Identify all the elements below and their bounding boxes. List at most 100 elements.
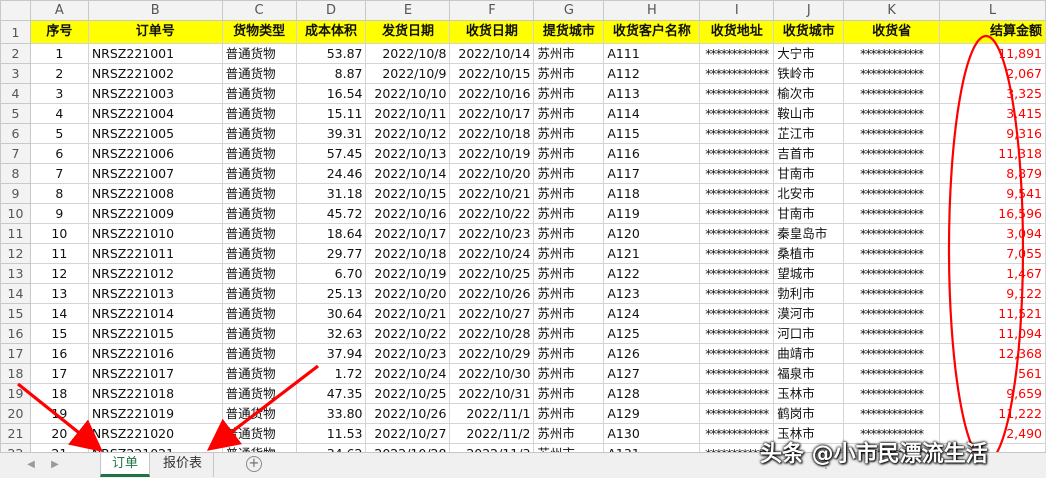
- column-header-e[interactable]: E: [365, 0, 451, 21]
- cell-volume[interactable]: 1.72: [295, 363, 367, 384]
- cell-dest-city[interactable]: 漠河市: [773, 303, 845, 324]
- cell-customer[interactable]: A126: [603, 343, 701, 364]
- cell-cargo-type[interactable]: 普通货物: [221, 363, 297, 384]
- header-cell-customer[interactable]: 收货客户名称: [603, 20, 701, 44]
- cell-ship-date[interactable]: 2022/10/16: [365, 203, 451, 224]
- header-cell-ship-date[interactable]: 发货日期: [365, 20, 451, 44]
- header-cell-address[interactable]: 收货地址: [699, 20, 775, 44]
- cell-volume[interactable]: 30.64: [295, 303, 367, 324]
- header-cell-cargo-type[interactable]: 货物类型: [221, 20, 297, 44]
- column-header-k[interactable]: K: [843, 0, 941, 21]
- cell-cargo-type[interactable]: 普通货物: [221, 203, 297, 224]
- cell-pickup-city[interactable]: 苏州市: [533, 163, 605, 184]
- cell-province[interactable]: ************: [843, 123, 941, 144]
- cell-volume[interactable]: 45.72: [295, 203, 367, 224]
- cell-dest-city[interactable]: 芷江市: [773, 123, 845, 144]
- cell-province[interactable]: ************: [843, 263, 941, 284]
- row-number[interactable]: 13: [0, 263, 31, 284]
- cell-volume[interactable]: 34.62: [295, 443, 367, 452]
- cell-receive-date[interactable]: 2022/10/17: [449, 103, 535, 124]
- cell-customer[interactable]: A128: [603, 383, 701, 404]
- cell-amount[interactable]: 561: [939, 363, 1046, 384]
- cell-pickup-city[interactable]: 苏州市: [533, 203, 605, 224]
- cell-cargo-type[interactable]: 普通货物: [221, 303, 297, 324]
- cell-order-id[interactable]: NRSZ221015: [87, 323, 223, 344]
- cell-cargo-type[interactable]: 普通货物: [221, 223, 297, 244]
- cell-receive-date[interactable]: 2022/10/27: [449, 303, 535, 324]
- cell-ship-date[interactable]: 2022/10/18: [365, 243, 451, 264]
- cell-address[interactable]: ************: [699, 343, 775, 364]
- cell-cargo-type[interactable]: 普通货物: [221, 83, 297, 104]
- cell-amount[interactable]: 11,222: [939, 403, 1046, 424]
- cell-customer[interactable]: A121: [603, 243, 701, 264]
- cell-province[interactable]: ************: [843, 163, 941, 184]
- cell-cargo-type[interactable]: 普通货物: [221, 163, 297, 184]
- cell-order-id[interactable]: NRSZ221020: [87, 423, 223, 444]
- cell-serial[interactable]: 10: [29, 223, 89, 244]
- cell-cargo-type[interactable]: 普通货物: [221, 43, 297, 64]
- cell-cargo-type[interactable]: 普通货物: [221, 403, 297, 424]
- cell-cargo-type[interactable]: 普通货物: [221, 183, 297, 204]
- cell-pickup-city[interactable]: 苏州市: [533, 243, 605, 264]
- cell-customer[interactable]: A130: [603, 423, 701, 444]
- cell-serial[interactable]: 19: [29, 403, 89, 424]
- row-number[interactable]: 7: [0, 143, 31, 164]
- cell-receive-date[interactable]: 2022/10/22: [449, 203, 535, 224]
- row-number[interactable]: 6: [0, 123, 31, 144]
- row-number[interactable]: 19: [0, 383, 31, 404]
- cell-ship-date[interactable]: 2022/10/25: [365, 383, 451, 404]
- row-number[interactable]: 10: [0, 203, 31, 224]
- cell-volume[interactable]: 16.54: [295, 83, 367, 104]
- cell-cargo-type[interactable]: 普通货物: [221, 123, 297, 144]
- cell-volume[interactable]: 6.70: [295, 263, 367, 284]
- column-header-h[interactable]: H: [603, 0, 701, 21]
- cell-province[interactable]: ************: [843, 203, 941, 224]
- cell-cargo-type[interactable]: 普通货物: [221, 443, 297, 452]
- cell-serial[interactable]: 7: [29, 163, 89, 184]
- cell-customer[interactable]: A122: [603, 263, 701, 284]
- cell-ship-date[interactable]: 2022/10/22: [365, 323, 451, 344]
- row-number[interactable]: 17: [0, 343, 31, 364]
- cell-address[interactable]: ************: [699, 163, 775, 184]
- cell-cargo-type[interactable]: 普通货物: [221, 283, 297, 304]
- cell-receive-date[interactable]: 2022/10/19: [449, 143, 535, 164]
- cell-serial[interactable]: 17: [29, 363, 89, 384]
- scroll-tabs-right-icon[interactable]: ▶: [48, 457, 62, 473]
- cell-serial[interactable]: 14: [29, 303, 89, 324]
- cell-order-id[interactable]: NRSZ221011: [87, 243, 223, 264]
- cell-address[interactable]: ************: [699, 203, 775, 224]
- sheet-tab-orders[interactable]: 订单: [100, 453, 150, 477]
- cell-address[interactable]: ************: [699, 403, 775, 424]
- row-number[interactable]: 9: [0, 183, 31, 204]
- cell-address[interactable]: ************: [699, 183, 775, 204]
- cell-address[interactable]: ************: [699, 363, 775, 384]
- cell-serial[interactable]: 3: [29, 83, 89, 104]
- cell-cargo-type[interactable]: 普通货物: [221, 103, 297, 124]
- cell-amount[interactable]: 3,415: [939, 103, 1046, 124]
- cell-pickup-city[interactable]: 苏州市: [533, 223, 605, 244]
- cell-serial[interactable]: 5: [29, 123, 89, 144]
- cell-receive-date[interactable]: 2022/10/21: [449, 183, 535, 204]
- cell-receive-date[interactable]: 2022/11/1: [449, 403, 535, 424]
- cell-dest-city[interactable]: 吉首市: [773, 143, 845, 164]
- cell-serial[interactable]: 4: [29, 103, 89, 124]
- cell-volume[interactable]: 11.53: [295, 423, 367, 444]
- row-number[interactable]: 8: [0, 163, 31, 184]
- header-cell-order-id[interactable]: 订单号: [87, 20, 223, 44]
- cell-order-id[interactable]: NRSZ221016: [87, 343, 223, 364]
- cell-pickup-city[interactable]: 苏州市: [533, 283, 605, 304]
- cell-serial[interactable]: 9: [29, 203, 89, 224]
- cell-address[interactable]: ************: [699, 123, 775, 144]
- cell-province[interactable]: ************: [843, 403, 941, 424]
- column-header-a[interactable]: A: [29, 0, 89, 21]
- cell-volume[interactable]: 37.94: [295, 343, 367, 364]
- cell-receive-date[interactable]: 2022/10/18: [449, 123, 535, 144]
- cell-dest-city[interactable]: 鞍山市: [773, 103, 845, 124]
- cell-serial[interactable]: 6: [29, 143, 89, 164]
- cell-customer[interactable]: A115: [603, 123, 701, 144]
- cell-dest-city[interactable]: 鹤岗市: [773, 403, 845, 424]
- cell-pickup-city[interactable]: 苏州市: [533, 263, 605, 284]
- cell-dest-city[interactable]: 河口市: [773, 323, 845, 344]
- cell-pickup-city[interactable]: 苏州市: [533, 43, 605, 64]
- cell-ship-date[interactable]: 2022/10/13: [365, 143, 451, 164]
